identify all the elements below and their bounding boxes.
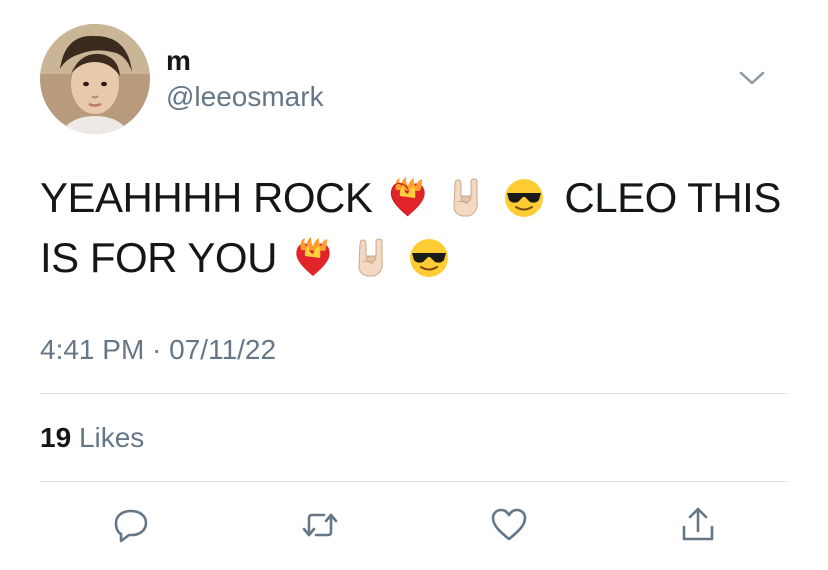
heart-on-fire-icon <box>291 236 335 280</box>
likes-count: 19 <box>40 422 72 453</box>
like-button[interactable] <box>484 500 534 550</box>
tweet-text-segment: CLEO THIS <box>564 174 781 221</box>
retweet-button[interactable] <box>295 500 345 550</box>
like-icon <box>491 508 527 541</box>
chevron-down-icon[interactable] <box>738 68 766 88</box>
smiling-face-with-sunglasses-icon <box>502 176 546 220</box>
avatar[interactable] <box>40 24 150 134</box>
tweet-timestamp[interactable]: 4:41 PM · 07/11/22 <box>40 333 276 367</box>
tweet-text-segment: IS FOR YOU <box>40 234 277 281</box>
reply-button[interactable] <box>106 500 156 550</box>
reply-icon <box>114 509 148 543</box>
tweet-action-bar <box>40 500 788 550</box>
heart-on-fire-icon <box>386 176 430 220</box>
tweet-text-segment: YEAHHHH ROCK <box>40 174 373 221</box>
smiling-face-with-sunglasses-icon <box>407 236 451 280</box>
likes-label: Likes <box>78 422 145 453</box>
share-button[interactable] <box>673 500 723 550</box>
tweet-line-1: YEAHHHH ROCK CLEO THIS <box>40 168 800 228</box>
retweet-icon <box>302 513 338 537</box>
user-handle[interactable]: @leeosmark <box>166 80 324 114</box>
tweet-text: YEAHHHH ROCK CLEO THIS IS FOR YOU <box>40 168 800 288</box>
sign-of-horns-icon <box>349 236 393 280</box>
avatar-image <box>40 24 150 134</box>
divider <box>40 393 788 394</box>
display-name[interactable]: m <box>166 44 191 78</box>
tweet-line-2: IS FOR YOU <box>40 228 800 288</box>
share-icon <box>682 507 714 541</box>
divider <box>40 481 788 482</box>
sign-of-horns-icon <box>444 176 488 220</box>
likes-summary[interactable]: 19 Likes <box>40 421 144 455</box>
